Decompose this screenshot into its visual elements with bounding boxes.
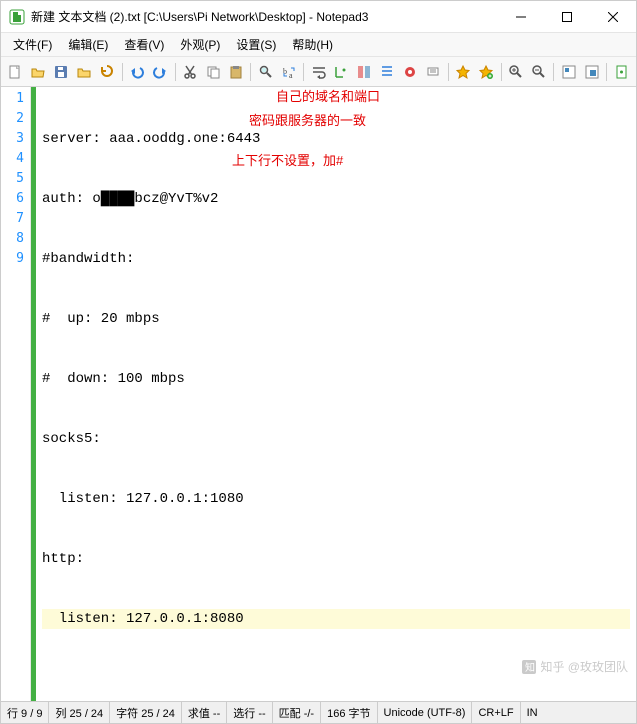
watermark: 知 知乎 @玫玫团队 xyxy=(522,658,628,675)
wordwrap-icon[interactable] xyxy=(308,61,329,83)
scheme-icon[interactable] xyxy=(558,61,579,83)
close-button[interactable] xyxy=(590,1,636,32)
code-line[interactable]: http: xyxy=(42,549,630,569)
status-insert-mode[interactable]: IN xyxy=(521,702,544,723)
guides-icon[interactable] xyxy=(354,61,375,83)
titlebar: 新建 文本文档 (2).txt [C:\Users\Pi Network\Des… xyxy=(1,1,636,33)
app-icon xyxy=(9,9,25,25)
code-line[interactable]: listen: 127.0.0.1:1080 xyxy=(42,489,630,509)
find-icon[interactable] xyxy=(255,61,276,83)
window-title: 新建 文本文档 (2).txt [C:\Users\Pi Network\Des… xyxy=(31,8,498,25)
copy-icon[interactable] xyxy=(202,61,223,83)
status-match[interactable]: 匹配 -/- xyxy=(273,702,321,723)
code-line[interactable]: socks5: xyxy=(42,429,630,449)
code-area[interactable]: server: aaa.ooddg.one:6443 auth: o████bc… xyxy=(36,87,636,701)
status-char[interactable]: 字符 25 / 24 xyxy=(110,702,182,723)
alwaysontop-icon[interactable] xyxy=(400,61,421,83)
status-sel[interactable]: 选行 -- xyxy=(227,702,272,723)
statusbar: 行 9 / 9 列 25 / 24 字符 25 / 24 求值 -- 选行 --… xyxy=(1,701,636,723)
zoom-in-icon[interactable] xyxy=(505,61,526,83)
separator xyxy=(122,63,123,81)
open-file-icon[interactable] xyxy=(28,61,49,83)
line-number: 5 xyxy=(1,169,24,189)
annotation-domain: 自己的域名和端口 xyxy=(276,87,380,107)
about-icon[interactable] xyxy=(611,61,632,83)
separator xyxy=(303,63,304,81)
save-icon[interactable] xyxy=(51,61,72,83)
zoom-out-icon[interactable] xyxy=(528,61,549,83)
menu-appearance[interactable]: 外观(P) xyxy=(172,33,228,56)
settings-icon[interactable] xyxy=(423,61,444,83)
separator xyxy=(448,63,449,81)
line-number: 4 xyxy=(1,149,24,169)
paste-icon[interactable] xyxy=(225,61,246,83)
separator xyxy=(501,63,502,81)
annotation-password: 密码跟服务器的一致 xyxy=(249,111,366,131)
menubar: 文件(F) 编辑(E) 查看(V) 外观(P) 设置(S) 帮助(H) xyxy=(1,33,636,57)
line-number: 7 xyxy=(1,209,24,229)
undo-icon[interactable] xyxy=(127,61,148,83)
menu-help[interactable]: 帮助(H) xyxy=(284,33,341,56)
status-eol[interactable]: CR+LF xyxy=(472,702,520,723)
customize-icon[interactable] xyxy=(581,61,602,83)
code-line[interactable]: listen: 127.0.0.1:8080 xyxy=(42,609,630,629)
menu-settings[interactable]: 设置(S) xyxy=(228,33,284,56)
zhihu-icon: 知 xyxy=(522,660,536,674)
menu-edit[interactable]: 编辑(E) xyxy=(60,33,116,56)
redo-icon[interactable] xyxy=(150,61,171,83)
menu-view[interactable]: 查看(V) xyxy=(116,33,172,56)
status-col[interactable]: 列 25 / 24 xyxy=(49,702,110,723)
editor[interactable]: 1 2 3 4 5 6 7 8 9 server: aaa.ooddg.one:… xyxy=(1,87,636,701)
code-line[interactable]: # down: 100 mbps xyxy=(42,369,630,389)
maximize-button[interactable] xyxy=(544,1,590,32)
folding-icon[interactable] xyxy=(377,61,398,83)
code-line[interactable]: auth: o████bcz@YvT%v2 xyxy=(42,189,630,209)
toolbar: ba xyxy=(1,57,636,87)
status-encoding[interactable]: Unicode (UTF-8) xyxy=(378,702,473,723)
favorite-star-icon[interactable] xyxy=(453,61,474,83)
line-number-gutter: 1 2 3 4 5 6 7 8 9 xyxy=(1,87,31,701)
new-file-icon[interactable] xyxy=(5,61,26,83)
line-number: 2 xyxy=(1,109,24,129)
add-favorite-icon[interactable] xyxy=(476,61,497,83)
whitespace-icon[interactable] xyxy=(331,61,352,83)
line-number: 9 xyxy=(1,249,24,269)
separator xyxy=(250,63,251,81)
window-controls xyxy=(498,1,636,32)
code-line[interactable]: # up: 20 mbps xyxy=(42,309,630,329)
line-number: 3 xyxy=(1,129,24,149)
status-value[interactable]: 求值 -- xyxy=(182,702,227,723)
revert-icon[interactable] xyxy=(97,61,118,83)
separator xyxy=(553,63,554,81)
browse-icon[interactable] xyxy=(74,61,95,83)
status-line[interactable]: 行 9 / 9 xyxy=(1,702,49,723)
menu-file[interactable]: 文件(F) xyxy=(5,33,60,56)
annotation-bandwidth: 上下行不设置，加# xyxy=(232,151,343,171)
line-number: 8 xyxy=(1,229,24,249)
svg-text:a: a xyxy=(289,71,293,80)
watermark-text: 知乎 @玫玫团队 xyxy=(540,658,628,675)
minimize-button[interactable] xyxy=(498,1,544,32)
code-line[interactable]: #bandwidth: xyxy=(42,249,630,269)
status-bytes[interactable]: 166 字节 xyxy=(321,702,377,723)
separator xyxy=(175,63,176,81)
line-number: 1 xyxy=(1,89,24,109)
line-number: 6 xyxy=(1,189,24,209)
svg-text:知: 知 xyxy=(525,661,535,674)
replace-icon[interactable]: ba xyxy=(278,61,299,83)
separator xyxy=(606,63,607,81)
cut-icon[interactable] xyxy=(179,61,200,83)
code-line[interactable]: server: aaa.ooddg.one:6443 xyxy=(42,129,630,149)
